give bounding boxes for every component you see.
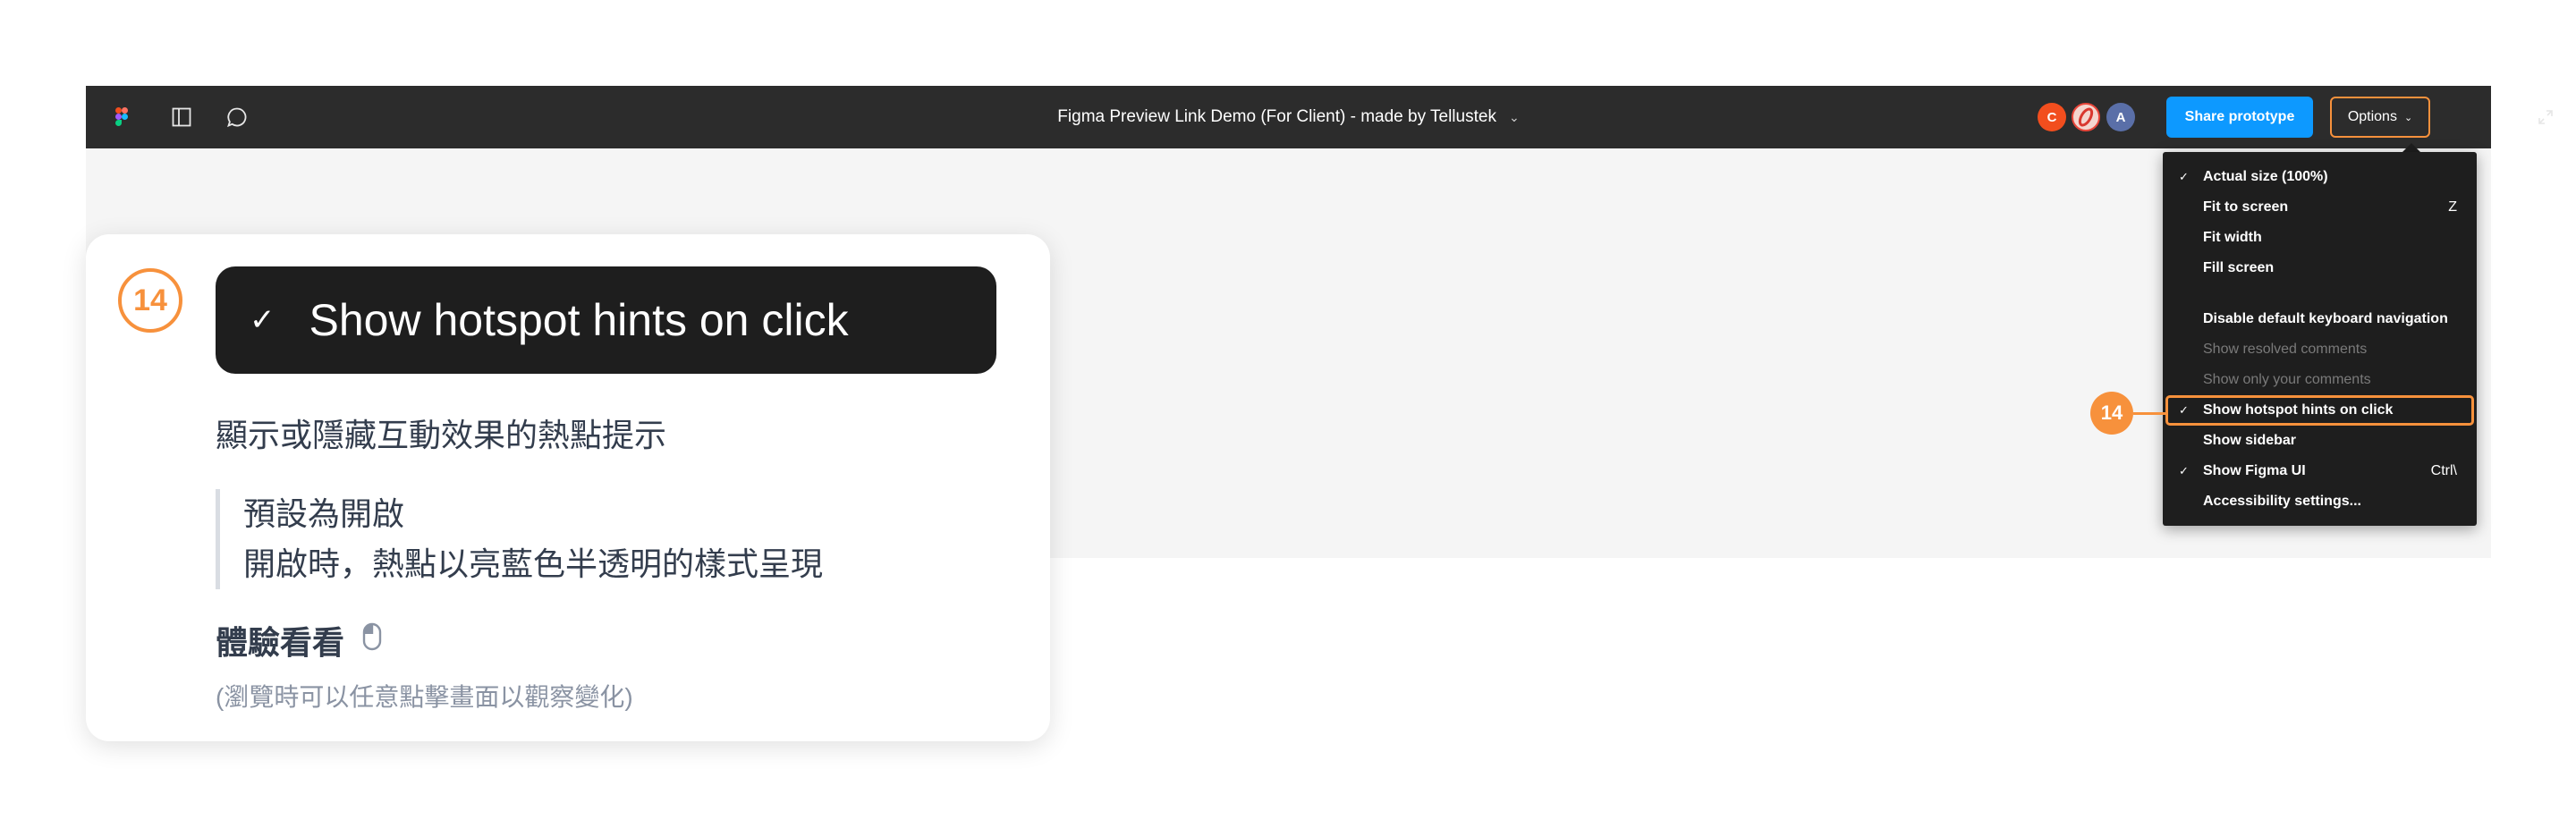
feature-chip-label: Show hotspot hints on click [309,295,849,345]
avatar[interactable]: A [2106,103,2135,131]
chevron-down-icon: ⌄ [2403,112,2413,123]
menu-separator [2163,283,2477,304]
avatar-image[interactable] [2072,103,2100,131]
menu-item-fill-screen[interactable]: Fill screen [2163,253,2477,283]
menu-item-label: Accessibility settings... [2203,494,2361,509]
annotation-card: 14 ✓ Show hotspot hints on click 顯示或隱藏互動… [86,234,1050,741]
options-button[interactable]: Options ⌄ [2330,97,2430,138]
menu-item-label: Show only your comments [2203,372,2371,387]
menu-item-fit-to-screen[interactable]: Fit to screen Z [2163,192,2477,223]
options-label: Options [2347,109,2397,124]
checkmark-icon: ✓ [2179,170,2189,183]
menu-item-label: Fit width [2203,230,2262,245]
menu-item-label: Show sidebar [2203,433,2297,448]
menu-item-accessibility-settings[interactable]: Accessibility settings... [2163,486,2477,517]
menu-item-show-only-your-comments: Show only your comments [2163,365,2477,395]
feature-description: 顯示或隱藏互動效果的熱點提示 [216,417,667,453]
menu-item-show-sidebar[interactable]: Show sidebar [2163,426,2477,456]
menu-pointer [2402,143,2420,152]
menu-item-show-figma-ui[interactable]: ✓ Show Figma UI Ctrl\ [2163,456,2477,486]
menu-item-show-resolved-comments: Show resolved comments [2163,334,2477,365]
callout-number-badge: 14 [2090,392,2133,435]
menu-item-show-hotspot-hints[interactable]: ✓ Show hotspot hints on click [2165,395,2474,426]
menu-item-label: Show resolved comments [2203,342,2368,357]
try-it-hint: (瀏覽時可以任意點擊畫面以觀察變化) [216,683,633,711]
menu-item-label: Fit to screen [2203,199,2289,215]
menu-item-actual-size[interactable]: ✓ Actual size (100%) [2163,162,2477,192]
expand-icon[interactable] [2523,86,2568,148]
menu-item-shortcut: Z [2448,199,2457,215]
options-menu: ✓ Actual size (100%) Fit to screen Z Fit… [2163,152,2477,526]
document-title: Figma Preview Link Demo (For Client) - m… [1057,107,1496,126]
menu-item-label: Show hotspot hints on click [2203,402,2394,418]
checkmark-icon: ✓ [2179,403,2189,417]
avatar[interactable]: C [2038,103,2066,131]
feature-chip: ✓ Show hotspot hints on click [216,266,996,374]
prototype-toolbar: Figma Preview Link Demo (For Client) - m… [86,86,2553,148]
menu-item-label: Show Figma UI [2203,463,2306,478]
share-prototype-button[interactable]: Share prototype [2166,97,2313,138]
menu-item-shortcut: Ctrl\ [2430,463,2457,478]
menu-item-label: Disable default keyboard navigation [2203,311,2448,326]
try-it-label: 體驗看看 [216,624,345,661]
menu-item-fit-width[interactable]: Fit width [2163,223,2477,253]
default-note-quote: 預設為開啟 開啟時，熱點以亮藍色半透明的樣式呈現 [216,489,931,589]
quote-line: 預設為開啟 [243,495,405,532]
chevron-down-icon: ⌄ [1508,109,1520,124]
menu-item-label: Actual size (100%) [2203,169,2328,184]
callout-connector-line [2133,412,2165,415]
menu-item-label: Fill screen [2203,260,2275,275]
try-it-heading: 體驗看看 [216,617,382,663]
checkmark-icon: ✓ [250,303,275,337]
mouse-icon [362,621,382,659]
checkmark-icon: ✓ [2179,464,2189,477]
quote-line: 開啟時，熱點以亮藍色半透明的樣式呈現 [243,545,824,582]
menu-item-disable-keyboard-nav[interactable]: Disable default keyboard navigation [2163,304,2477,334]
card-number-badge: 14 [118,268,182,333]
